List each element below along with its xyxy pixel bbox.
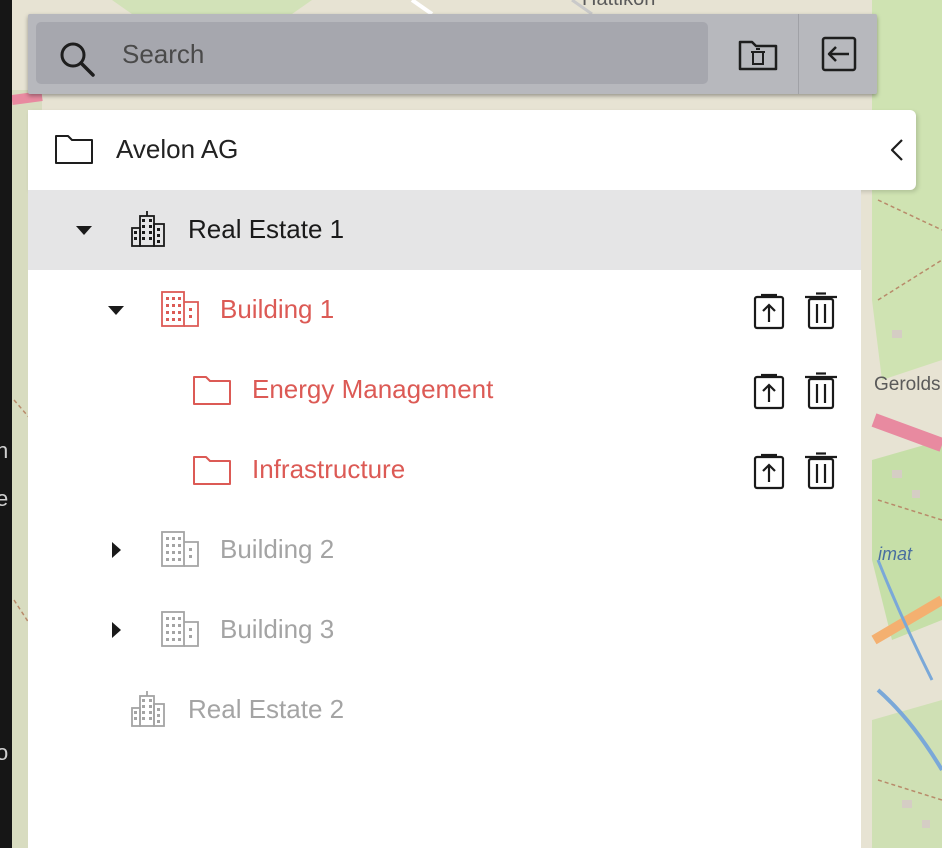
collapse-panel-button[interactable] <box>798 14 879 94</box>
trash-icon[interactable] <box>804 452 838 490</box>
folder-icon <box>193 376 231 405</box>
building-icon <box>161 291 199 327</box>
real-estate-icon <box>131 691 165 727</box>
tree-node-label: Building 2 <box>220 534 335 564</box>
caret-right-icon[interactable] <box>106 540 126 560</box>
folder-icon <box>193 456 231 485</box>
trash-icon[interactable] <box>804 292 838 330</box>
tree-node-real-estate-1[interactable]: Real Estate 1 <box>28 190 861 270</box>
caret-down-icon[interactable] <box>74 220 94 240</box>
folder-icon <box>55 135 93 164</box>
caret-down-icon[interactable] <box>106 300 126 320</box>
real-estate-icon <box>131 211 165 247</box>
tree-node-label: Infrastructure <box>252 454 406 484</box>
tree-node-infrastructure[interactable]: Infrastructure <box>28 430 861 510</box>
tree-node-label: Energy Management <box>252 374 494 404</box>
tree-node-label: Real Estate 2 <box>188 694 345 724</box>
tree-node-energy-management[interactable]: Energy Management <box>28 350 861 430</box>
folder-delete-icon <box>738 40 778 71</box>
tree-node-label: Building 1 <box>220 294 335 324</box>
left-edge-strip: n e o <box>0 0 12 848</box>
tree-node-real-estate-2[interactable]: Real Estate 2 <box>28 670 861 750</box>
building-icon <box>161 611 199 647</box>
top-toolbar <box>28 14 877 94</box>
strip-letter: n <box>0 438 9 463</box>
folder-delete-button[interactable] <box>718 14 798 94</box>
tree-node-building-3[interactable]: Building 3 <box>28 590 861 670</box>
trash-icon[interactable] <box>804 372 838 410</box>
building-icon <box>161 531 199 567</box>
strip-letter: o <box>0 740 9 765</box>
map-place-label: Hattikon <box>582 0 655 11</box>
tree-root-label: Avelon AG <box>116 134 239 164</box>
tree-node-label: Real Estate 1 <box>188 214 345 244</box>
collapse-panel-icon <box>821 36 857 72</box>
search-box[interactable] <box>36 22 708 84</box>
tree-node-building-2[interactable]: Building 2 <box>28 510 861 590</box>
tree-node-label: Building 3 <box>220 614 335 644</box>
search-input[interactable] <box>120 32 694 76</box>
strip-letter: e <box>0 486 9 511</box>
chevron-left-icon[interactable] <box>886 136 910 164</box>
search-icon <box>60 42 95 77</box>
upload-icon[interactable] <box>752 372 786 410</box>
map-place-label: imat <box>878 544 913 564</box>
map-place-label: Gerolds <box>874 374 941 395</box>
caret-right-icon[interactable] <box>106 620 126 640</box>
upload-icon[interactable] <box>752 292 786 330</box>
upload-icon[interactable] <box>752 452 786 490</box>
tree-node-building-1[interactable]: Building 1 <box>28 270 861 350</box>
tree-root-row[interactable]: Avelon AG <box>28 110 916 190</box>
